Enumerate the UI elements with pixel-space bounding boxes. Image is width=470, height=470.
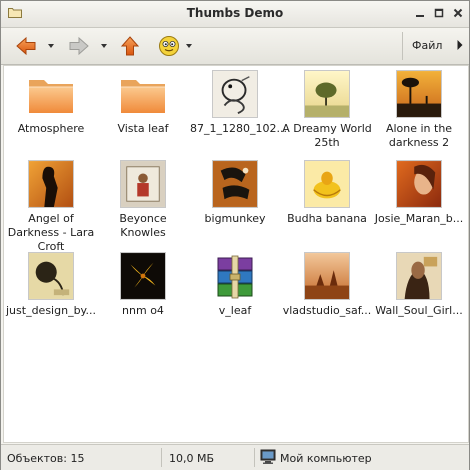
location-label: Мой компьютер — [280, 452, 372, 465]
item-label: Atmosphere — [17, 122, 85, 135]
item-label: Budha banana — [287, 212, 367, 225]
image-thumbnail-icon — [396, 160, 442, 208]
item-label: Alone in the darkness 2 — [385, 122, 453, 149]
image-thumbnail-icon — [212, 70, 258, 118]
image-thumbnail-icon — [28, 252, 74, 300]
image-thumbnail-icon — [120, 160, 166, 208]
folder-item-atmosphere[interactable]: Atmosphere — [6, 68, 96, 160]
close-icon — [453, 8, 463, 18]
smiley-icon — [159, 36, 179, 56]
image-item-87-1-1280[interactable]: 87_1_1280_102... — [190, 68, 287, 160]
item-label: Wall_Soul_Girl... — [375, 304, 463, 317]
item-label: Angel of Darkness - Lara Croft — [7, 212, 95, 253]
item-label: just_design_by... — [6, 304, 96, 317]
image-thumbnail-icon — [304, 252, 350, 300]
image-thumbnail-icon — [28, 160, 74, 208]
image-item-bigmunkey[interactable]: bigmunkey — [190, 158, 280, 250]
image-item-wall-soul-girl[interactable]: Wall_Soul_Girl... — [374, 250, 464, 342]
back-dropdown-icon[interactable] — [47, 42, 55, 50]
folder-item-vista-leaf[interactable]: Vista leaf — [98, 68, 188, 160]
toolbar: Файл — [1, 28, 469, 65]
object-count: Объектов: 15 — [7, 452, 85, 465]
folder-icon — [121, 80, 165, 113]
minimize-icon — [416, 15, 424, 17]
image-item-angel-of-darkness[interactable]: Angel of Darkness - Lara Croft — [6, 158, 96, 253]
item-label: bigmunkey — [204, 212, 266, 225]
item-label: A Dreamy World 25th — [282, 122, 372, 149]
folder-icon — [29, 80, 73, 113]
total-size: 10,0 МБ — [169, 452, 215, 465]
chevron-right-icon[interactable] — [456, 39, 464, 51]
image-thumbnail-icon — [396, 252, 442, 300]
close-button[interactable] — [451, 6, 465, 20]
maximize-button[interactable] — [432, 6, 446, 20]
up-button[interactable] — [117, 34, 143, 58]
arrow-right-icon — [69, 36, 89, 56]
item-label: Vista leaf — [117, 122, 169, 135]
image-item-josie-maran[interactable]: Josie_Maran_b... — [374, 158, 464, 250]
app-window: Thumbs Demo Файл Atmosphere Vista leaf 8… — [0, 0, 470, 470]
back-button[interactable] — [13, 34, 39, 58]
image-item-nnm-o4[interactable]: nnm o4 — [98, 250, 188, 342]
status-divider — [254, 448, 255, 467]
image-thumbnail-icon — [304, 160, 350, 208]
computer-icon — [260, 449, 276, 464]
window-title: Thumbs Demo — [186, 6, 284, 20]
item-label: nnm o4 — [122, 304, 164, 317]
item-label: v_leaf — [218, 304, 252, 317]
image-thumbnail-icon — [396, 70, 442, 118]
maximize-icon — [434, 8, 444, 18]
title-bar[interactable]: Thumbs Demo — [1, 1, 469, 28]
forward-button[interactable] — [66, 34, 92, 58]
rar-archive-icon — [217, 255, 253, 299]
item-label: Beyonce Knowles — [119, 212, 167, 239]
forward-dropdown-icon[interactable] — [100, 42, 108, 50]
file-menu[interactable]: Файл — [412, 39, 442, 52]
image-item-budha-banana[interactable]: Budha banana — [282, 158, 372, 250]
image-thumbnail-icon — [304, 70, 350, 118]
item-label: Josie_Maran_b... — [374, 212, 464, 225]
arrow-up-icon — [120, 36, 140, 56]
view-dropdown-icon[interactable] — [185, 42, 193, 50]
status-bar: Объектов: 15 10,0 МБ Мой компьютер — [1, 444, 469, 470]
image-item-just-design[interactable]: just_design_by... — [6, 250, 96, 342]
toolbar-separator — [402, 32, 403, 60]
status-divider — [161, 448, 162, 467]
file-grid[interactable]: Atmosphere Vista leaf 87_1_1280_102... A… — [3, 65, 469, 443]
image-item-alone-in-the-darkness[interactable]: Alone in the darkness 2 — [374, 68, 464, 160]
archive-item-v-leaf[interactable]: v_leaf — [190, 250, 280, 342]
view-options-button[interactable] — [157, 34, 181, 58]
image-item-vladstudio[interactable]: vladstudio_saf... — [282, 250, 372, 342]
item-label: 87_1_1280_102... — [190, 122, 287, 135]
image-thumbnail-icon — [120, 252, 166, 300]
image-thumbnail-icon — [212, 160, 258, 208]
image-item-beyonce-knowles[interactable]: Beyonce Knowles — [98, 158, 188, 250]
image-item-a-dreamy-world[interactable]: A Dreamy World 25th — [282, 68, 372, 160]
item-label: vladstudio_saf... — [282, 304, 372, 317]
arrow-left-icon — [16, 36, 36, 56]
minimize-button[interactable] — [413, 6, 427, 20]
